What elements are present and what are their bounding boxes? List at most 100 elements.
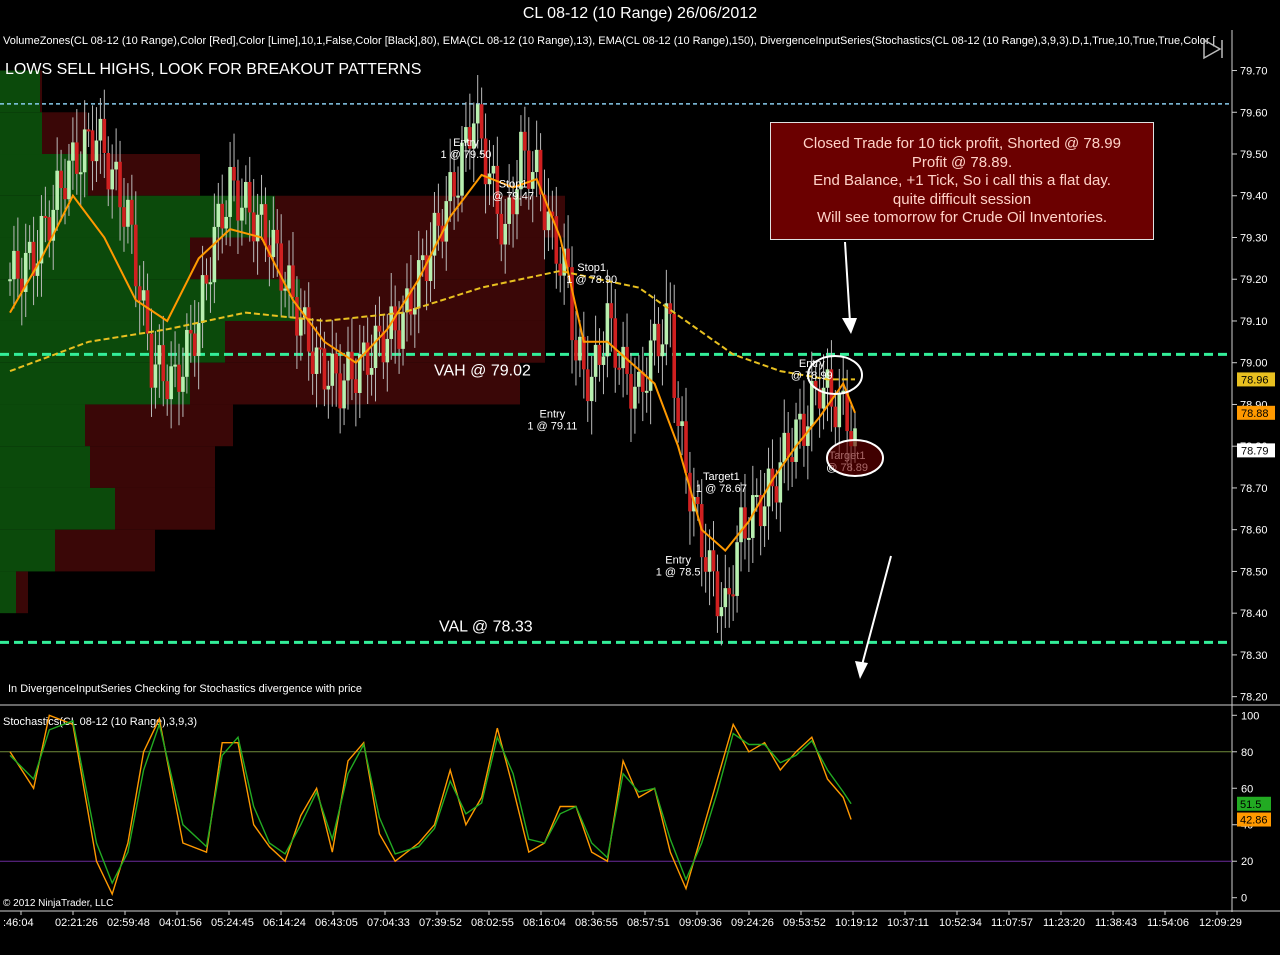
candle-body (762, 506, 767, 527)
time-tick-label: 10:37:11 (887, 917, 929, 929)
candle-body (731, 594, 735, 597)
candle-body (90, 130, 95, 162)
candle-body (78, 172, 83, 175)
price-badge-label: 78.79 (1241, 445, 1269, 457)
candle-body (196, 323, 201, 356)
candle-body (67, 160, 71, 200)
price-tick-label: 78.40 (1240, 608, 1268, 620)
candle-body (122, 207, 126, 227)
candle-body (672, 313, 677, 398)
candle-body (747, 537, 751, 540)
candle-body (436, 212, 441, 226)
price-tick-label: 79.60 (1240, 107, 1268, 119)
candle-body (43, 215, 48, 218)
time-tick-label: 06:14:24 (263, 917, 306, 929)
annotation-line: Profit @ 78.89. (911, 153, 1013, 171)
price-tick-label: 78.60 (1240, 525, 1268, 537)
volume-zone-buy (0, 279, 300, 321)
candle-body (499, 213, 504, 245)
candle-body (114, 161, 118, 170)
candle-body (12, 250, 16, 280)
candle-body (397, 330, 401, 349)
time-tick-label: 10:52:34 (939, 917, 982, 929)
price-tick-label: 79.40 (1240, 191, 1268, 203)
time-tick-label: 06:43:05 (315, 917, 358, 929)
candle-body (794, 419, 798, 462)
trade-marker-label: Entry (665, 554, 691, 566)
annotation-line: quite difficult session (892, 190, 1032, 208)
candle-body (8, 279, 12, 282)
candle-body (790, 457, 794, 462)
candle-body (322, 348, 327, 390)
candle-body (110, 169, 114, 190)
candle-body (259, 204, 264, 215)
volume-zone-sell (90, 446, 215, 488)
candle-body (130, 199, 134, 225)
price-tick-label: 79.20 (1240, 274, 1268, 286)
stoch-series-line (9, 714, 852, 897)
candle-body (503, 223, 508, 245)
price-tick-label: 78.70 (1240, 483, 1268, 495)
candle-body (102, 118, 107, 153)
stoch-series-line (9, 719, 852, 885)
candle-body (727, 588, 732, 595)
annotation-arrow (861, 555, 892, 666)
time-tick-label: 08:36:55 (575, 917, 618, 929)
trade-marker-label: Stop1 (499, 179, 528, 191)
candle-body (169, 366, 173, 400)
candle-body (149, 333, 154, 388)
candle-body (318, 347, 323, 350)
candle-body (656, 323, 661, 357)
candle-body (71, 142, 75, 161)
candle-body (342, 380, 346, 409)
volume-zone-buy (0, 571, 16, 614)
candle-body (456, 195, 460, 198)
trade-marker-label: 1 @ 78.67 (696, 483, 747, 495)
candle-body (192, 333, 197, 356)
divergence-note: In DivergenceInputSeries Checking for St… (8, 683, 362, 695)
annotation-line: Will see tomorrow for Crude Oil Inventor… (816, 209, 1108, 226)
candle-body (240, 207, 244, 221)
stoch-badge-label: 42.86 (1240, 815, 1268, 827)
candle-body (786, 432, 790, 458)
time-tick-label: 07:04:33 (367, 917, 410, 929)
candle-body (173, 364, 177, 367)
volume-zone-sell (42, 112, 87, 155)
candle-body (153, 364, 158, 388)
candle-body (684, 421, 688, 473)
stoch-badge-label: 51.5 (1240, 799, 1261, 811)
candle-body (118, 161, 122, 208)
time-tick-label: 02:21:26 (55, 917, 98, 929)
time-tick-label: 09:53:52 (783, 917, 826, 929)
price-tick-label: 79.10 (1240, 316, 1268, 328)
candle-body (133, 224, 138, 287)
annotation-line: Closed Trade for 10 tick profit, Shorted… (803, 135, 1121, 152)
candle-body (82, 129, 87, 173)
candle-body (224, 216, 228, 229)
candle-body (369, 368, 374, 375)
candle-body (609, 303, 614, 319)
candle-body (711, 550, 716, 572)
candle-body (491, 165, 496, 174)
candle-body (185, 329, 189, 377)
candle-body (479, 104, 484, 139)
price-tick-label: 78.50 (1240, 566, 1268, 578)
candle-body (546, 211, 551, 231)
candle-body (314, 347, 319, 374)
price-tick-label: 79.50 (1240, 149, 1268, 161)
volume-zone-buy (0, 446, 90, 488)
time-tick-label: :46:04 (3, 917, 34, 929)
candle-body (47, 217, 52, 241)
candle-body (558, 263, 563, 276)
candle-body (220, 203, 225, 229)
stoch-tick-label: 60 (1241, 783, 1253, 795)
candle-body (306, 307, 311, 352)
volume-zone-buy (0, 529, 55, 572)
headline-note: LOWS SELL HIGHS, LOOK FOR BREAKOUT PATTE… (5, 61, 421, 78)
candle-body (719, 607, 724, 617)
val-label: VAL @ 78.33 (439, 618, 533, 635)
candle-body (782, 432, 787, 463)
volume-zone-buy (0, 112, 42, 155)
candle-body (350, 351, 354, 380)
candle-body (715, 571, 720, 617)
